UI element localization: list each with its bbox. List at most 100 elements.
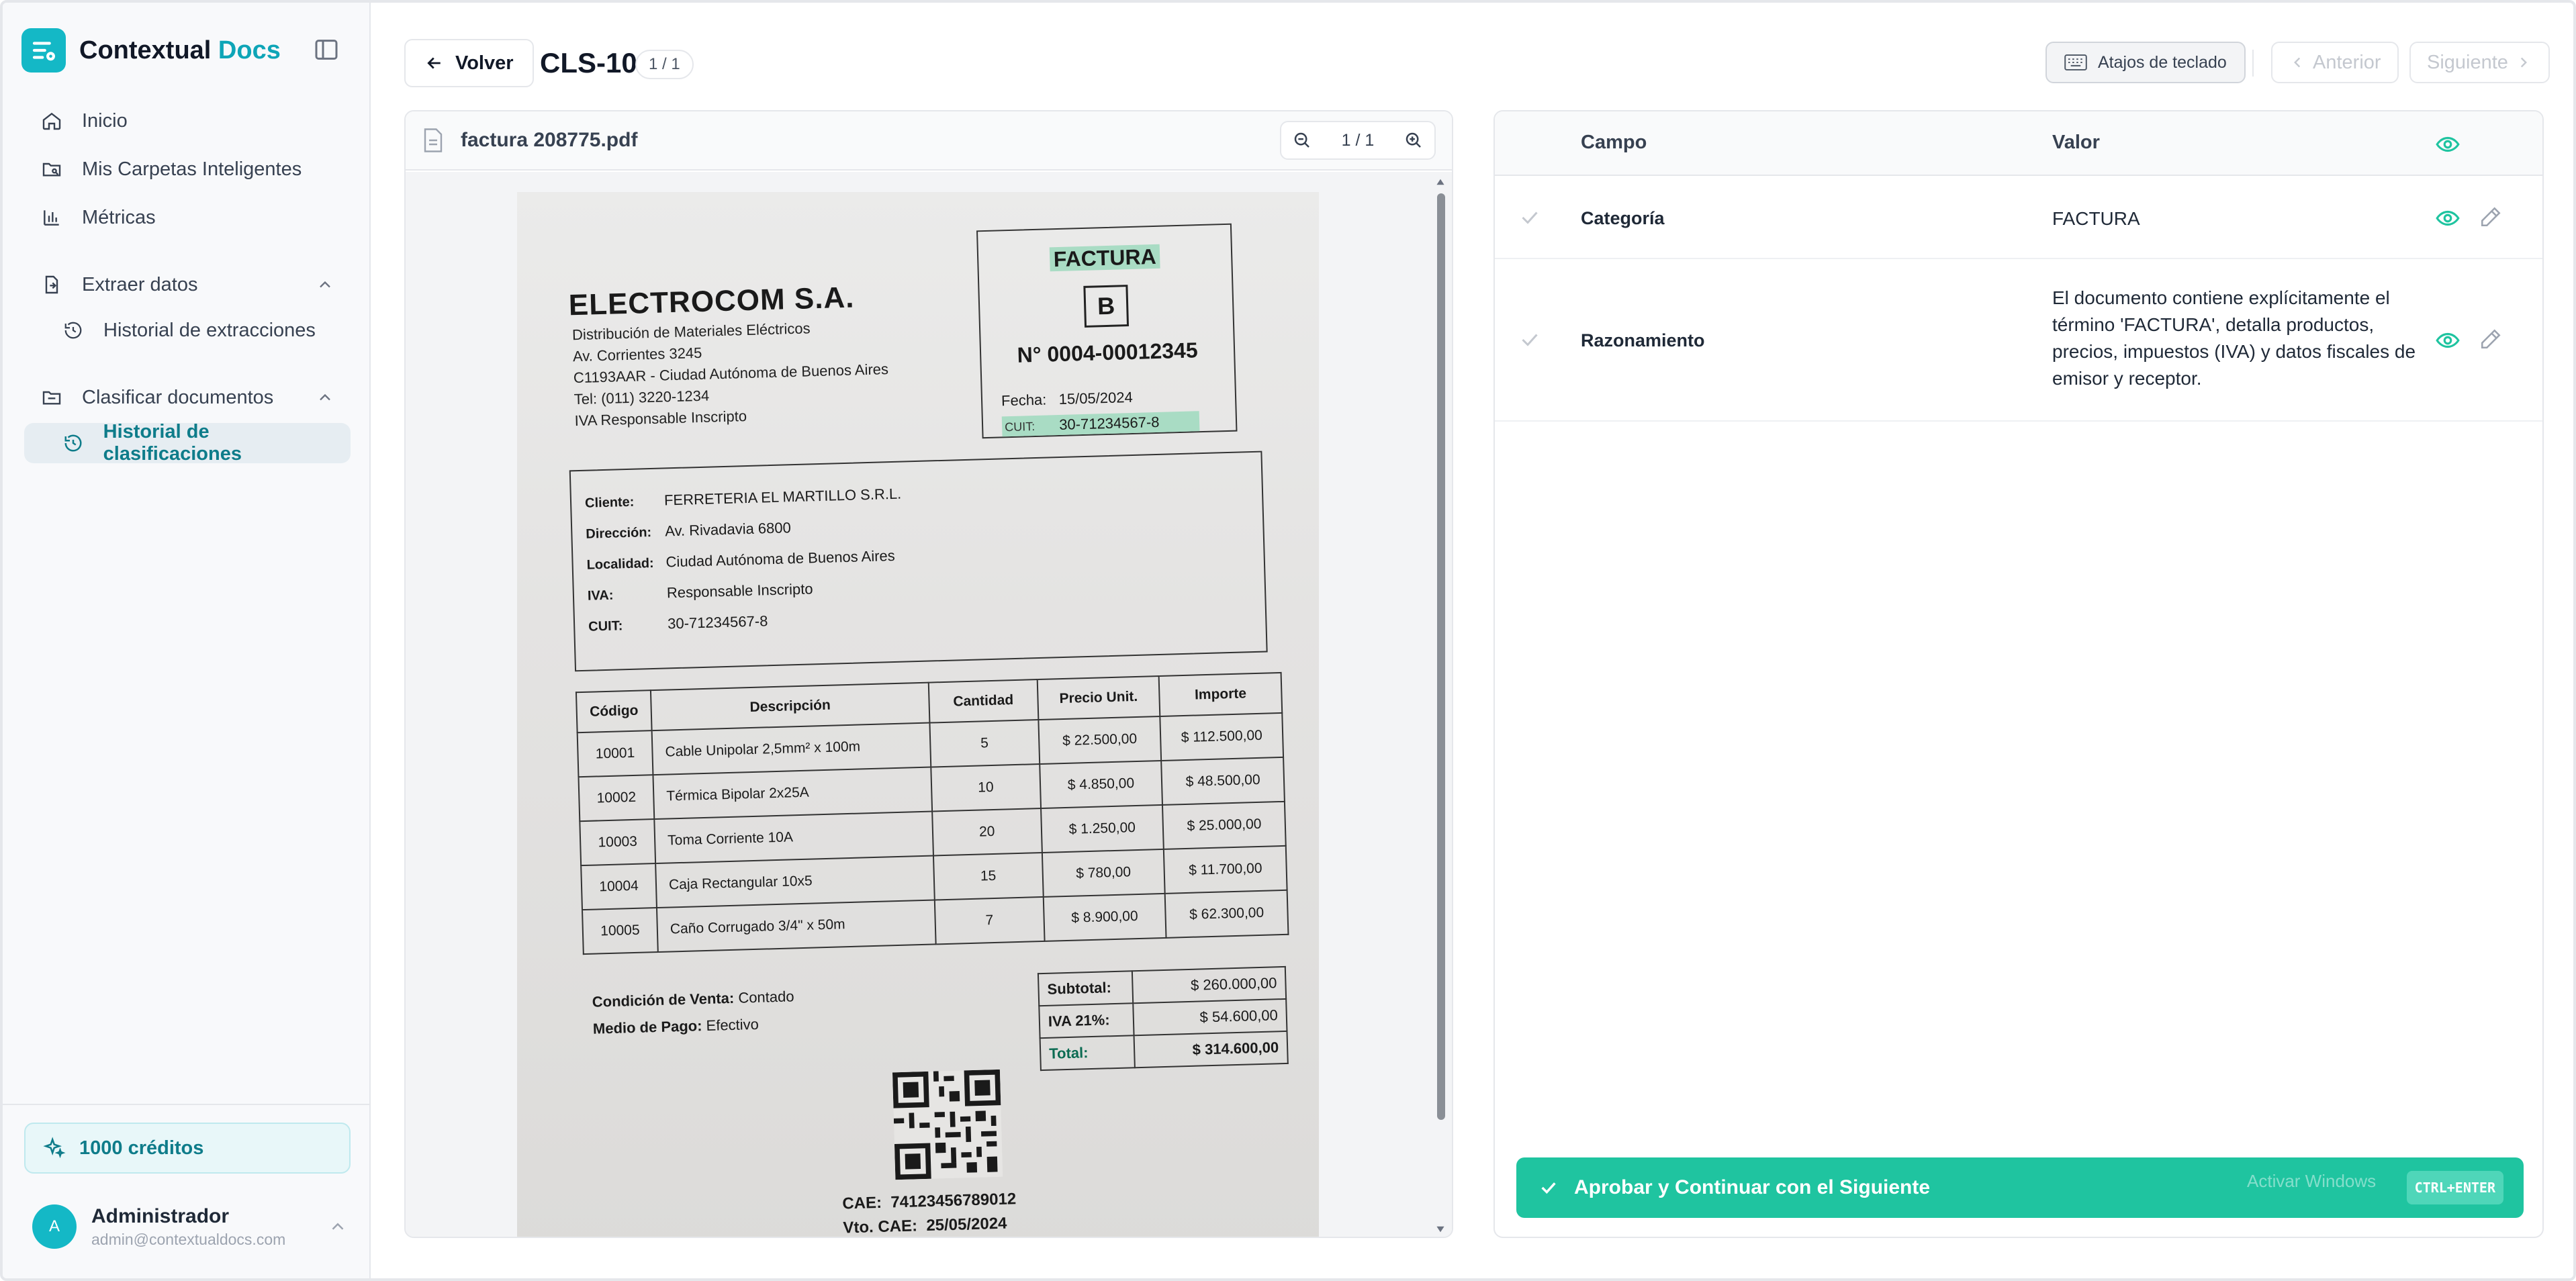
invoice-cuit-label: CUIT: [1004, 420, 1036, 434]
chevron-up-icon[interactable] [316, 275, 334, 294]
totals-value: $ 54.600,00 [1133, 998, 1287, 1036]
sidebar-item-historial-clasificaciones[interactable]: Historial de clasificaciones [24, 421, 351, 465]
keyboard-icon [2064, 54, 2087, 71]
payment-method-value: Efectivo [706, 1015, 760, 1035]
table-cell: Caño Corrugado 3/4" x 50m [657, 900, 936, 953]
document-canvas[interactable]: ELECTROCOM S.A. Distribución de Material… [406, 172, 1452, 1237]
file-icon [423, 128, 443, 152]
credits-badge[interactable]: 1000 créditos [24, 1123, 351, 1174]
chevron-up-icon[interactable] [328, 1217, 348, 1237]
brand-name: Contextual Docs [79, 36, 281, 65]
invoice-company-line: IVA Responsable Inscripto [574, 408, 747, 430]
invoice-client-row: IVA: Responsable Inscripto [588, 580, 813, 604]
sale-condition-value: Contado [738, 988, 794, 1006]
table-cell: 7 [934, 896, 1045, 945]
table-cell: $ 25.000,00 [1162, 801, 1286, 849]
column-header-value: Valor [2052, 132, 2100, 153]
eye-icon[interactable] [2435, 205, 2460, 231]
pencil-icon[interactable] [2479, 205, 2502, 228]
windows-activation-watermark: Activar Windows [2247, 1171, 2377, 1191]
user-menu[interactable]: A Administrador admin@contextualdocs.com [32, 1204, 348, 1249]
keyboard-shortcuts-button[interactable]: Atajos de teclado [2045, 42, 2246, 83]
table-cell: 15 [933, 852, 1044, 900]
brand[interactable]: Contextual Docs [21, 28, 281, 73]
invoice-letter: B [1083, 285, 1130, 328]
sidebar-group-label: Clasificar documentos [82, 386, 274, 408]
zoom-controls: 1 / 1 [1280, 121, 1436, 160]
invoice-sale-condition: Condición de Venta: Contado [592, 988, 794, 1010]
invoice-date: Fecha: 15/05/2024 [1001, 389, 1133, 410]
chevron-right-icon [2515, 54, 2532, 71]
next-button[interactable]: Siguiente [2409, 42, 2550, 83]
client-field-label: IVA: [587, 587, 614, 604]
client-field-value: Responsable Inscripto [666, 580, 813, 602]
next-button-label: Siguiente [2427, 51, 2508, 73]
table-header-cell: Precio Unit. [1037, 676, 1160, 720]
viewer-scrollbar[interactable] [1434, 172, 1446, 1237]
toolbar-divider [2252, 50, 2254, 77]
scroll-down-arrow-icon[interactable] [1436, 1225, 1445, 1234]
table-cell: 10002 [578, 775, 655, 822]
eye-icon[interactable] [2435, 328, 2460, 353]
totals-value: $ 260.000,00 [1132, 966, 1287, 1004]
sidebar-group-clasificar[interactable]: Clasificar documentos [24, 377, 351, 418]
table-cell: $ 11.700,00 [1164, 845, 1287, 894]
invoice-type-label: FACTURA [1049, 244, 1161, 272]
sale-condition-label: Condición de Venta: [592, 989, 735, 1010]
previous-button[interactable]: Anterior [2271, 42, 2399, 83]
cae-expiry-label: Vto. CAE: [843, 1217, 918, 1237]
scroll-up-arrow-icon[interactable] [1436, 177, 1445, 187]
invoice-company-line: Distribución de Materiales Eléctricos [571, 320, 811, 344]
invoice-date-value: 15/05/2024 [1058, 388, 1134, 408]
back-button[interactable]: Volver [404, 39, 534, 87]
sidebar-group-label: Extraer datos [82, 273, 198, 295]
invoice-cuit-value: 30-71234567-8 [1058, 413, 1160, 434]
pencil-icon[interactable] [2479, 328, 2502, 350]
history-icon [62, 319, 85, 342]
history-icon [62, 432, 85, 455]
check-icon[interactable] [1518, 328, 1542, 352]
totals-row: Total: $ 314.600,00 [1040, 1031, 1288, 1071]
totals-label: Subtotal: [1038, 971, 1134, 1006]
keyboard-shortcuts-label: Atajos de teclado [2098, 52, 2227, 72]
sidebar-item-metricas[interactable]: Métricas [24, 197, 351, 238]
invoice-company-name: ELECTROCOM S.A. [568, 281, 856, 322]
table-cell: $ 8.900,00 [1043, 893, 1166, 941]
user-email: admin@contextualdocs.com [91, 1230, 286, 1248]
chevron-left-icon [2289, 54, 2306, 71]
cae-expiry-value: 25/05/2024 [925, 1214, 1007, 1235]
sidebar-item-historial-extracciones[interactable]: Historial de extracciones [24, 310, 351, 350]
sidebar-item-inicio[interactable]: Inicio [24, 101, 351, 141]
table-cell: 10001 [577, 730, 653, 777]
sidebar-divider [3, 1104, 369, 1105]
check-icon[interactable] [1518, 205, 1542, 230]
client-field-value: Ciudad Autónoma de Buenos Aires [665, 547, 896, 571]
scrollbar-thumb[interactable] [1437, 193, 1445, 1120]
invoice-company-line: Av. Corrientes 3245 [572, 344, 702, 365]
invoice-cae: CAE: 74123456789012 [842, 1190, 1017, 1213]
document-viewer: factura 208775.pdf 1 / 1 ELECTROCOM S.A.… [404, 110, 1453, 1238]
eye-icon[interactable] [2435, 132, 2460, 157]
page-title: CLS-10 [540, 47, 637, 79]
field-row-categoria: Categoría FACTURA [1495, 177, 2542, 259]
arrow-left-icon [424, 53, 445, 73]
invoice-company-line: C1193AAR - Ciudad Autónoma de Buenos Air… [573, 361, 889, 387]
zoom-out-icon[interactable] [1292, 130, 1312, 150]
folder-classify-icon [40, 386, 63, 409]
sidebar-group-extraer[interactable]: Extraer datos [24, 265, 351, 305]
app-window: Contextual Docs Inicio Mis Carpetas Inte… [0, 0, 2576, 1281]
bar-chart-icon [40, 206, 63, 229]
client-field-value: FERRETERIA EL MARTILLO S.R.L. [663, 485, 902, 509]
table-cell: 10003 [580, 819, 656, 866]
chevron-up-icon[interactable] [316, 388, 334, 407]
sidebar-item-carpetas[interactable]: Mis Carpetas Inteligentes [24, 149, 351, 189]
zoom-in-icon[interactable] [1404, 130, 1424, 150]
brand-name-main: Contextual [79, 36, 212, 64]
table-cell: Toma Corriente 10A [654, 811, 933, 864]
sidebar-collapse-icon[interactable] [313, 36, 340, 63]
back-button-label: Volver [455, 52, 514, 74]
invoice-number: N° 0004-00012345 [1017, 338, 1199, 367]
fields-table-header: Campo Valor [1495, 111, 2542, 176]
approve-shortcut-badge: CTRL+ENTER [2406, 1171, 2503, 1204]
file-extract-icon [40, 273, 63, 296]
